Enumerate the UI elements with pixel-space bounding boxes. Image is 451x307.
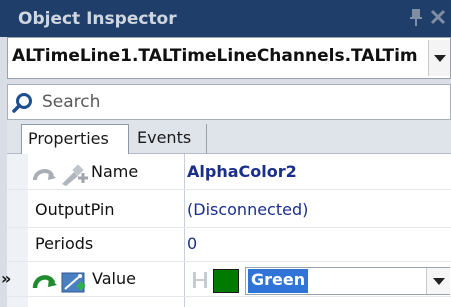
property-grid: Name AlphaColor2 OutputPin (Disconnected… xyxy=(1,154,451,307)
selected-row-marker: » xyxy=(1,269,12,288)
property-row-value[interactable]: » Value Green xyxy=(1,263,451,297)
property-value[interactable]: 0 xyxy=(187,234,197,253)
property-name: Name xyxy=(91,162,139,181)
property-value[interactable]: AlphaColor2 xyxy=(187,162,297,181)
color-select-dropdown-button[interactable] xyxy=(426,268,450,294)
chevron-down-icon xyxy=(433,278,445,285)
color-select-value: Green xyxy=(248,269,309,293)
property-name: Value xyxy=(92,269,136,288)
search-icon xyxy=(12,93,32,113)
tab-properties[interactable]: Properties xyxy=(21,124,129,154)
window-title: Object Inspector xyxy=(18,9,177,29)
color-swatch[interactable] xyxy=(213,269,239,293)
search-input[interactable] xyxy=(42,90,442,114)
property-value[interactable]: (Disconnected) xyxy=(187,200,308,219)
tab-events[interactable]: Events xyxy=(131,124,207,154)
tab-events-label: Events xyxy=(137,128,192,147)
property-name: Periods xyxy=(35,234,94,253)
property-name: OutputPin xyxy=(35,200,115,219)
search-box xyxy=(7,84,451,120)
pin-icon[interactable] xyxy=(408,8,424,28)
property-row-periods[interactable]: Periods 0 xyxy=(7,228,451,262)
object-selector-dropdown-button[interactable] xyxy=(428,40,450,76)
property-row-outputpin[interactable]: OutputPin (Disconnected) xyxy=(7,194,451,228)
tab-properties-label: Properties xyxy=(28,129,109,148)
property-category-icon xyxy=(33,164,88,186)
color-select[interactable]: Green xyxy=(245,267,450,295)
chevron-down-icon xyxy=(434,55,446,62)
object-selector-value: ALTimeLine1.TALTimeLineChannels.TALTim xyxy=(12,46,418,66)
property-row-name[interactable]: Name AlphaColor2 xyxy=(7,156,451,190)
grip-icon[interactable] xyxy=(192,270,208,290)
tab-bar: Properties Events xyxy=(7,120,451,154)
close-icon[interactable] xyxy=(430,9,446,25)
color-value-editor: Green xyxy=(187,266,451,296)
property-category-icon xyxy=(32,272,85,293)
object-selector[interactable]: ALTimeLine1.TALTimeLineChannels.TALTim xyxy=(7,37,451,79)
title-bar: Object Inspector xyxy=(0,0,451,37)
